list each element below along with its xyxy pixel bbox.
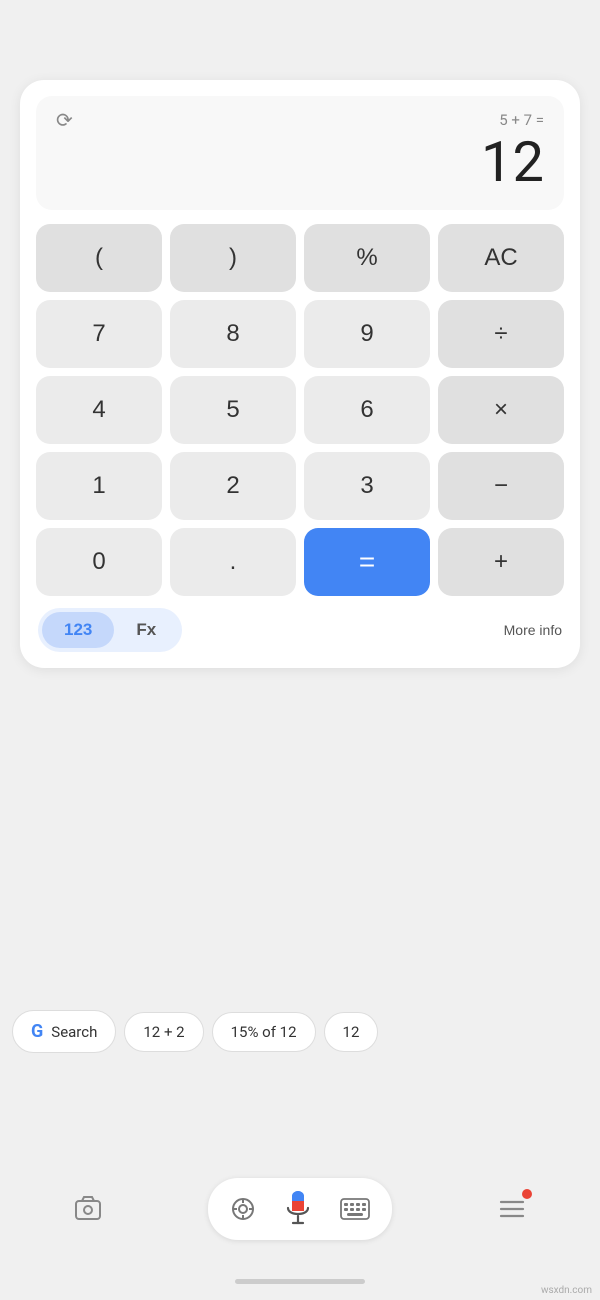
calc-bottom: 123 Fx More info — [36, 608, 564, 652]
multiply-button[interactable]: × — [438, 376, 564, 444]
four-button[interactable]: 4 — [36, 376, 162, 444]
decimal-button[interactable]: . — [170, 528, 296, 596]
toolbar-center — [208, 1178, 392, 1240]
calc3-chip[interactable]: 12 — [324, 1012, 379, 1052]
eight-button[interactable]: 8 — [170, 300, 296, 368]
suggestion-label: 15% of 12 — [231, 1023, 297, 1041]
zero-button[interactable]: 0 — [36, 528, 162, 596]
bottom-toolbar — [0, 1178, 600, 1240]
calculator-card: ⟳ 5 + 7 = 12 ()%AC789÷456×123−0.=+ 123 F… — [20, 80, 580, 668]
mic-button[interactable] — [270, 1184, 326, 1234]
google-logo: G — [31, 1021, 43, 1042]
button-grid: ()%AC 789÷ 456× 123− 0.=+ — [36, 224, 564, 596]
minus-button[interactable]: − — [438, 452, 564, 520]
list-icon — [499, 1197, 525, 1221]
mic-icon — [284, 1190, 312, 1228]
lens-button[interactable] — [216, 1190, 270, 1228]
search-chip[interactable]: G Search — [12, 1010, 116, 1053]
seven-button[interactable]: 7 — [36, 300, 162, 368]
one-button[interactable]: 1 — [36, 452, 162, 520]
five-button[interactable]: 5 — [170, 376, 296, 444]
mode-123-button[interactable]: 123 — [42, 612, 114, 648]
home-indicator — [235, 1279, 365, 1284]
result-display: 12 — [56, 132, 544, 194]
screenshot-icon — [74, 1195, 102, 1223]
screenshot-button[interactable] — [64, 1185, 112, 1233]
calc1-chip[interactable]: 12 + 2 — [124, 1012, 203, 1052]
clear-button[interactable]: AC — [438, 224, 564, 292]
paren-open-button[interactable]: ( — [36, 224, 162, 292]
keyboard-button[interactable] — [326, 1192, 384, 1226]
watermark: wsxdn.com — [541, 1285, 592, 1296]
calculator-display: ⟳ 5 + 7 = 12 — [36, 96, 564, 210]
empty-area — [0, 700, 600, 1000]
suggestion-label: 12 — [343, 1023, 360, 1041]
six-button[interactable]: 6 — [304, 376, 430, 444]
mode-fx-button[interactable]: Fx — [114, 612, 178, 648]
equals-button[interactable]: = — [304, 528, 430, 596]
percent-button[interactable]: % — [304, 224, 430, 292]
nine-button[interactable]: 9 — [304, 300, 430, 368]
history-icon[interactable]: ⟳ — [56, 108, 73, 132]
keyboard-icon — [340, 1198, 370, 1220]
list-badge — [522, 1189, 532, 1199]
suggestion-label: 12 + 2 — [143, 1023, 184, 1041]
suggestions-bar: G Search 12 + 2 15% of 12 12 — [0, 1000, 600, 1063]
suggestion-label: Search — [51, 1023, 97, 1041]
plus-button[interactable]: + — [438, 528, 564, 596]
divide-button[interactable]: ÷ — [438, 300, 564, 368]
history-expression: 5 + 7 = — [499, 111, 544, 129]
two-button[interactable]: 2 — [170, 452, 296, 520]
paren-close-button[interactable]: ) — [170, 224, 296, 292]
calc2-chip[interactable]: 15% of 12 — [212, 1012, 316, 1052]
list-button[interactable] — [488, 1185, 536, 1233]
three-button[interactable]: 3 — [304, 452, 430, 520]
mode-toggle: 123 Fx — [38, 608, 182, 652]
lens-icon — [230, 1196, 256, 1222]
more-info-button[interactable]: More info — [504, 622, 562, 638]
